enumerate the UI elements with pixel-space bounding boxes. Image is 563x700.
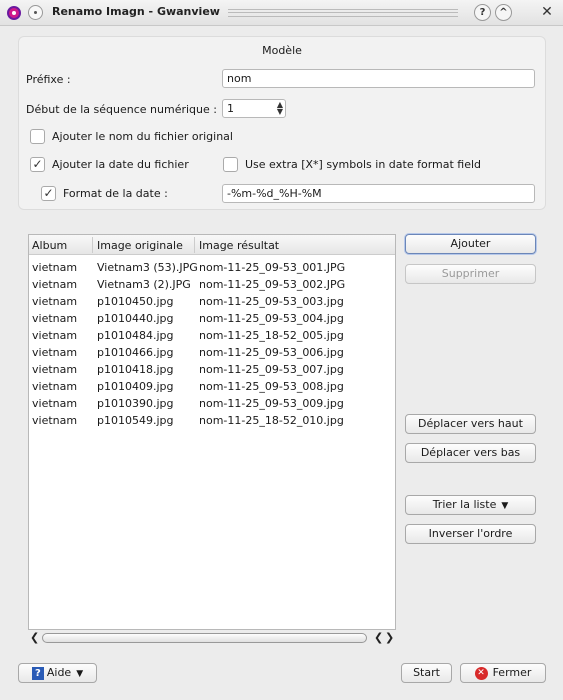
add-file-date-checkbox[interactable]: ✓ (30, 157, 45, 172)
sequence-label: Début de la séquence numérique : (26, 103, 217, 116)
column-separator (194, 237, 195, 253)
window-menu-button[interactable] (28, 5, 43, 20)
result-cell: nom-11-25_18-52_010.jpg (199, 414, 344, 427)
result-cell: nom-11-25_09-53_009.jpg (199, 397, 344, 410)
reverse-order-button[interactable]: Inverser l'ordre (405, 524, 536, 544)
result-cell: nom-11-25_09-53_001.JPG (199, 261, 346, 274)
horizontal-scrollbar[interactable]: ❮ ❮ ❯ (28, 631, 396, 645)
column-album[interactable]: Album (32, 239, 67, 252)
result-cell: nom-11-25_09-53_002.JPG (199, 278, 346, 291)
file-list[interactable]: Album Image originale Image résultat vie… (28, 234, 396, 630)
table-row[interactable]: vietnam p1010440.jpg nom-11-25_09-53_004.j… (29, 310, 395, 327)
original-cell: Vietnam3 (2).JPG (97, 278, 191, 291)
move-down-button[interactable]: Déplacer vers bas (405, 443, 536, 463)
original-cell: p1010390.jpg (97, 397, 174, 410)
add-original-name-checkbox[interactable] (30, 129, 45, 144)
help-book-icon: ? (31, 666, 44, 680)
original-cell: p1010549.jpg (97, 414, 174, 427)
album-cell: vietnam (32, 346, 78, 359)
column-original[interactable]: Image originale (97, 239, 183, 252)
album-cell: vietnam (32, 414, 78, 427)
table-row[interactable]: vietnam p1010549.jpg nom-11-25_18-52_010.j… (29, 412, 395, 429)
add-original-name-label: Ajouter le nom du fichier original (52, 130, 233, 143)
sort-list-label: Trier la liste (432, 498, 497, 511)
close-icon[interactable]: ✕ (538, 3, 556, 21)
column-result[interactable]: Image résultat (199, 239, 279, 252)
original-cell: p1010450.jpg (97, 295, 174, 308)
table-row[interactable]: vietnam p1010409.jpg nom-11-25_09-53_008.j… (29, 378, 395, 395)
original-cell: p1010418.jpg (97, 363, 174, 376)
list-header: Album Image originale Image résultat (29, 235, 395, 255)
scrollbar-thumb[interactable] (42, 633, 367, 643)
sort-list-button[interactable]: Trier la liste ▼ (405, 495, 536, 515)
date-format-label: Format de la date : (63, 187, 168, 200)
prefix-input[interactable]: nom (222, 69, 535, 88)
sequence-spinbox[interactable]: 1 ▲ ▼ (222, 99, 286, 118)
stop-icon: ✕ (474, 666, 488, 680)
album-cell: vietnam (32, 329, 78, 342)
table-row[interactable]: vietnam p1010418.jpg nom-11-25_09-53_007.j… (29, 361, 395, 378)
spin-arrows-icon[interactable]: ▲ ▼ (277, 101, 283, 116)
table-row[interactable]: vietnam p1010390.jpg nom-11-25_09-53_009.j… (29, 395, 395, 412)
table-row[interactable]: vietnam p1010450.jpg nom-11-25_09-53_003.j… (29, 293, 395, 310)
move-up-button[interactable]: Déplacer vers haut (405, 414, 536, 434)
result-cell: nom-11-25_09-53_007.jpg (199, 363, 344, 376)
album-cell: vietnam (32, 312, 78, 325)
add-file-date-label: Ajouter la date du fichier (52, 158, 189, 171)
column-separator (92, 237, 93, 253)
album-cell: vietnam (32, 397, 78, 410)
album-cell: vietnam (32, 278, 78, 291)
result-cell: nom-11-25_18-52_005.jpg (199, 329, 344, 342)
scroll-left-icon[interactable]: ❮ (30, 631, 39, 645)
window-title: Renamo Imagn - Gwanview (52, 5, 220, 18)
result-cell: nom-11-25_09-53_003.jpg (199, 295, 344, 308)
chevron-down-icon: ▼ (76, 669, 84, 679)
table-row[interactable]: vietnam Vietnam3 (2).JPG nom-11-25_09-53_0… (29, 276, 395, 293)
original-cell: p1010409.jpg (97, 380, 174, 393)
original-cell: p1010466.jpg (97, 346, 174, 359)
date-format-checkbox[interactable]: ✓ (41, 186, 56, 201)
table-row[interactable]: vietnam p1010466.jpg nom-11-25_09-53_006.j… (29, 344, 395, 361)
add-button[interactable]: Ajouter (405, 234, 536, 254)
result-cell: nom-11-25_09-53_008.jpg (199, 380, 344, 393)
album-cell: vietnam (32, 380, 78, 393)
help-menu-button[interactable]: ? Aide ▼ (18, 663, 97, 683)
result-cell: nom-11-25_09-53_004.jpg (199, 312, 344, 325)
original-cell: p1010440.jpg (97, 312, 174, 325)
title-decoration (228, 9, 458, 17)
table-row[interactable]: vietnam p1010484.jpg nom-11-25_18-52_005.j… (29, 327, 395, 344)
album-cell: vietnam (32, 295, 78, 308)
start-button[interactable]: Start (401, 663, 452, 683)
close-button[interactable]: ✕ Fermer (460, 663, 546, 683)
group-title: Modèle (262, 44, 302, 57)
album-cell: vietnam (32, 363, 78, 376)
close-label: Fermer (492, 666, 532, 679)
table-row[interactable]: vietnam Vietnam3 (53).JPG nom-11-25_09-53_… (29, 259, 395, 276)
scroll-left-icon[interactable]: ❮ (374, 631, 383, 645)
original-cell: p1010484.jpg (97, 329, 174, 342)
prefix-label: Préfixe : (26, 73, 71, 86)
scroll-right-icon[interactable]: ❯ (385, 631, 394, 645)
album-cell: vietnam (32, 261, 78, 274)
remove-button[interactable]: Supprimer (405, 264, 536, 284)
chevron-down-icon: ▼ (501, 501, 509, 511)
app-icon[interactable] (7, 6, 21, 20)
shade-button[interactable]: ^ (495, 4, 512, 21)
original-cell: Vietnam3 (53).JPG (97, 261, 198, 274)
title-bar: Renamo Imagn - Gwanview ? ^ ✕ (0, 0, 563, 26)
extra-symbols-checkbox[interactable] (223, 157, 238, 172)
date-format-input[interactable]: -%m-%d_%H-%M (222, 184, 535, 203)
sequence-value: 1 (227, 102, 234, 115)
help-button[interactable]: ? (474, 4, 491, 21)
extra-symbols-label: Use extra [X*] symbols in date format fi… (245, 158, 482, 171)
help-label: Aide (46, 666, 72, 679)
result-cell: nom-11-25_09-53_006.jpg (199, 346, 344, 359)
